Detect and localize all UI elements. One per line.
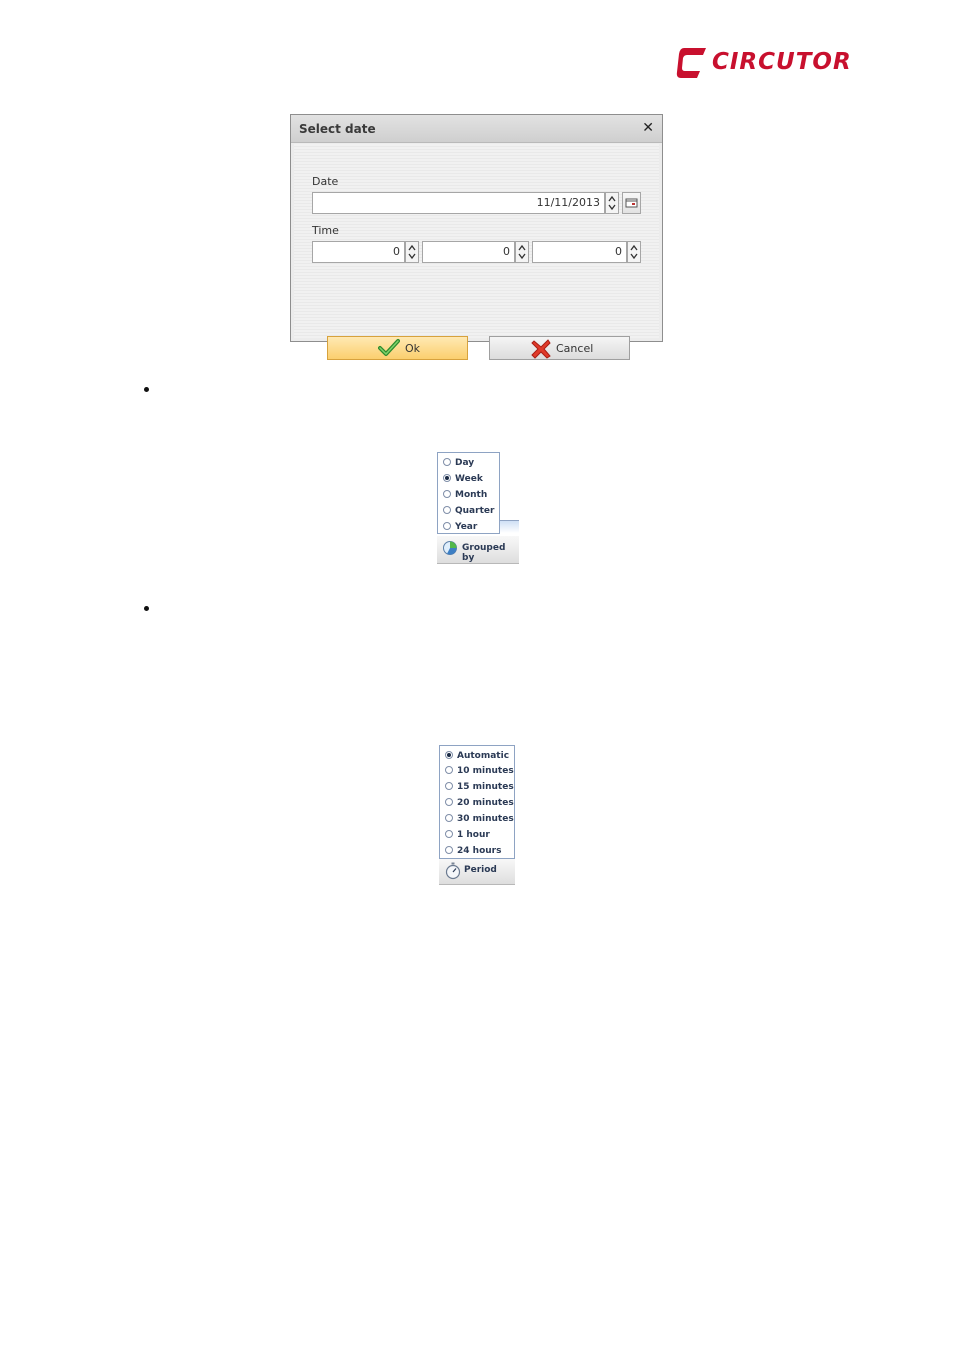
period-button[interactable]: Period <box>439 859 515 885</box>
option-month[interactable]: Month <box>443 488 487 502</box>
spinner-arrows-icon <box>408 244 416 260</box>
ok-button-label: Ok <box>405 342 421 355</box>
option-automatic[interactable]: Automatic <box>445 749 509 763</box>
radio-icon <box>443 489 451 498</box>
cancel-button-label: Cancel <box>556 342 594 355</box>
radio-icon <box>445 781 453 790</box>
spinner-arrows-icon <box>518 244 526 260</box>
option-10-minutes[interactable]: 10 minutes <box>445 764 514 778</box>
dialog-body: Date 11/11/2013 Time 0 0 0 Ok Cancel <box>294 144 659 360</box>
bullet <box>144 606 149 611</box>
ok-button[interactable]: Ok <box>327 336 468 360</box>
circutor-logo-icon <box>676 48 706 78</box>
logo-text: CIRCUTOR <box>712 49 852 75</box>
cancel-x-icon <box>531 339 551 359</box>
time-label: Time <box>312 224 339 237</box>
option-year[interactable]: Year <box>443 520 477 534</box>
calendar-button[interactable] <box>622 192 641 214</box>
stopwatch-icon <box>445 862 461 880</box>
radio-selected-icon <box>445 750 453 759</box>
option-30-minutes[interactable]: 30 minutes <box>445 812 514 826</box>
ribbon-edge <box>497 520 519 533</box>
checkmark-icon <box>378 339 400 356</box>
option-15-minutes[interactable]: 15 minutes <box>445 780 514 794</box>
cancel-button[interactable]: Cancel <box>489 336 630 360</box>
spinner-arrows-icon <box>630 244 638 260</box>
grouped-by-control: Day Week Month Quarter Year Grouped by <box>437 452 519 564</box>
date-spinner[interactable] <box>605 192 619 214</box>
second-spinner[interactable] <box>627 241 641 263</box>
radio-icon <box>445 765 453 774</box>
option-day[interactable]: Day <box>443 456 474 470</box>
grouped-by-button[interactable]: Grouped by <box>437 536 519 564</box>
select-date-dialog: Select date ✕ Date 11/11/2013 Time 0 0 0… <box>290 114 663 360</box>
second-field[interactable]: 0 <box>532 241 627 263</box>
option-week[interactable]: Week <box>443 472 483 486</box>
radio-icon <box>443 505 451 514</box>
hour-spinner[interactable] <box>405 241 419 263</box>
period-label: Period <box>464 865 497 875</box>
radio-icon <box>445 845 453 854</box>
option-1-hour[interactable]: 1 hour <box>445 828 490 842</box>
period-menu: Automatic 10 minutes 15 minutes 20 minut… <box>439 745 515 859</box>
dialog-title: Select date <box>299 122 376 136</box>
spinner-arrows-icon <box>608 195 616 211</box>
radio-icon <box>445 813 453 822</box>
radio-icon <box>443 521 451 530</box>
grouped-by-label: Grouped by <box>462 543 506 563</box>
circutor-logo: CIRCUTOR <box>676 46 851 82</box>
bullet <box>144 387 149 392</box>
radio-icon <box>445 829 453 838</box>
option-20-minutes[interactable]: 20 minutes <box>445 796 514 810</box>
dialog-titlebar[interactable]: Select date ✕ <box>291 115 662 143</box>
option-24-hours[interactable]: 24 hours <box>445 844 501 858</box>
radio-icon <box>445 797 453 806</box>
hour-field[interactable]: 0 <box>312 241 405 263</box>
minute-spinner[interactable] <box>515 241 529 263</box>
radio-selected-icon <box>443 473 451 482</box>
date-field[interactable]: 11/11/2013 <box>312 192 605 214</box>
grouped-by-icon <box>443 541 457 555</box>
option-quarter[interactable]: Quarter <box>443 504 494 518</box>
minute-field[interactable]: 0 <box>422 241 515 263</box>
close-icon[interactable]: ✕ <box>642 120 654 136</box>
date-label: Date <box>312 175 339 188</box>
grouped-by-menu: Day Week Month Quarter Year <box>437 452 500 534</box>
radio-icon <box>443 457 451 466</box>
period-control: Automatic 10 minutes 15 minutes 20 minut… <box>439 745 515 885</box>
calendar-icon <box>625 198 638 208</box>
